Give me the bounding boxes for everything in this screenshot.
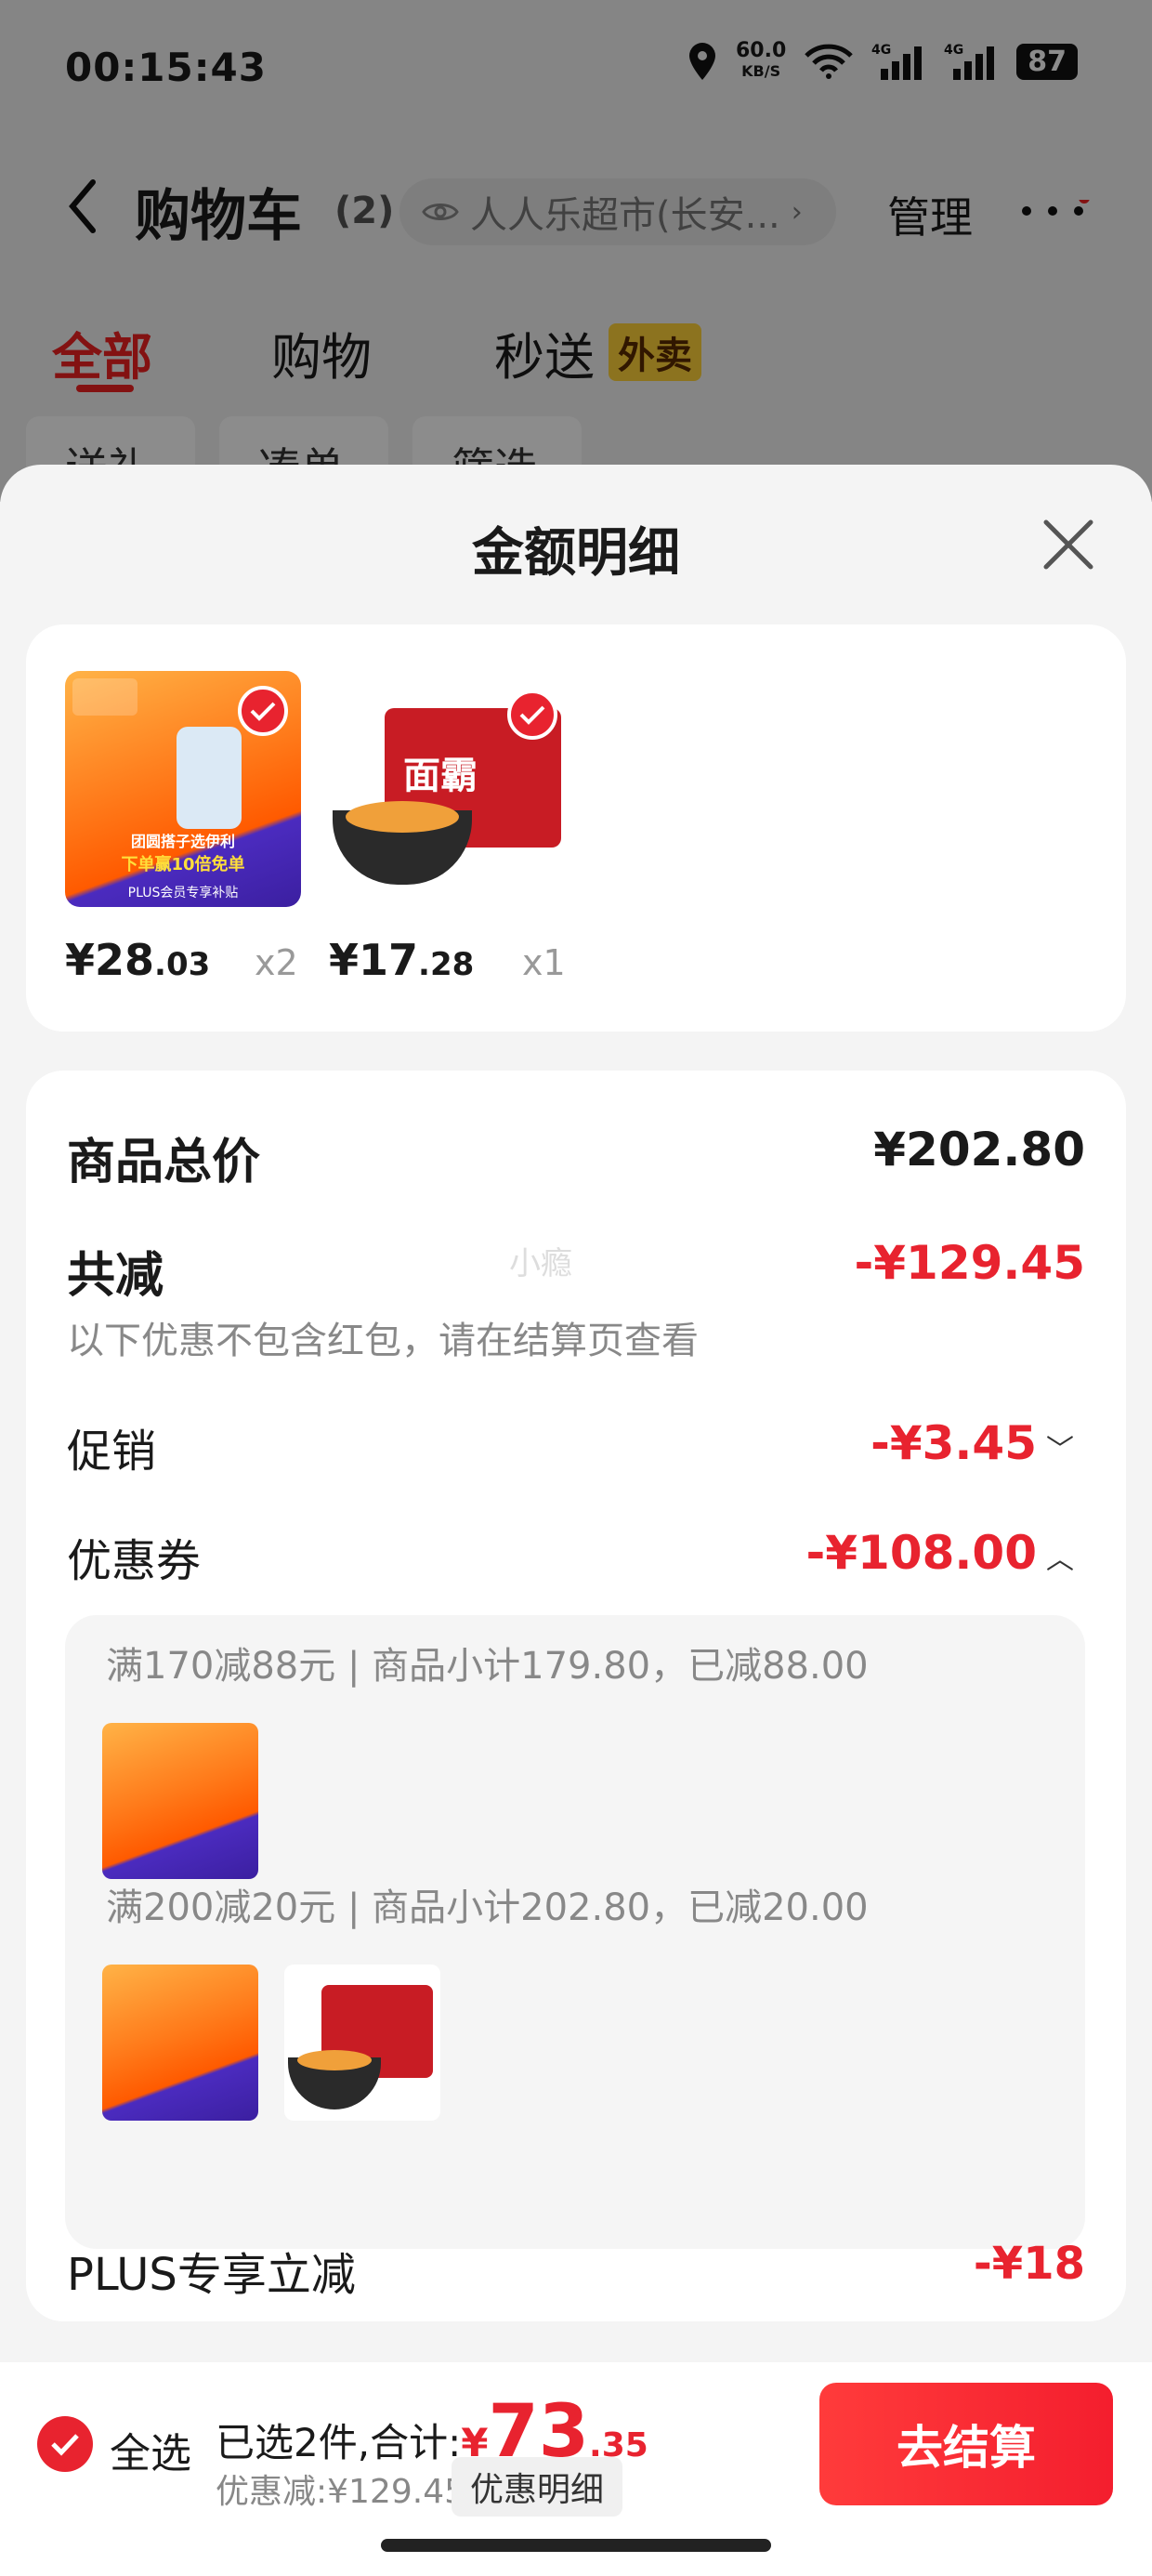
checkout-bar: 全选 已选2件,合计:¥73.35 优惠减:¥129.45 优惠明细 去结算 bbox=[0, 2362, 1152, 2520]
checkmark-icon[interactable] bbox=[238, 686, 288, 736]
amount-detail-sheet: 金额明细 团圆搭子选伊利 下单赢10倍免单 PLUS会员专享补贴 面霸 ¥28.… bbox=[0, 465, 1152, 2576]
select-all-checkbox[interactable] bbox=[37, 2416, 93, 2472]
product-price: ¥28.03 bbox=[65, 935, 211, 985]
checkout-button[interactable]: 去结算 bbox=[819, 2383, 1113, 2505]
coupon-rule: 满170减88元 | 商品小计179.80，已减88.00 bbox=[106, 1645, 869, 1688]
coupon-row[interactable]: -¥108.00 ︿ bbox=[806, 1526, 1075, 1580]
product-banner: 团圆搭子选伊利 bbox=[130, 833, 235, 850]
product-image-water[interactable]: 团圆搭子选伊利 下单赢10倍免单 PLUS会员专享补贴 bbox=[65, 671, 301, 907]
coupon-label: 优惠券 bbox=[67, 1535, 202, 1587]
product-footer: PLUS会员专享补贴 bbox=[127, 886, 239, 900]
chevron-up-icon: ︿ bbox=[1046, 1544, 1074, 1576]
product-thumb bbox=[284, 1965, 440, 2121]
promo-label: 促销 bbox=[67, 1426, 157, 1478]
product-price: ¥17.28 bbox=[329, 935, 475, 985]
dim-overlay[interactable] bbox=[0, 0, 1152, 502]
plus-discount-value: -¥18 bbox=[973, 2238, 1085, 2290]
discount-detail-button[interactable]: 优惠明细 bbox=[452, 2457, 623, 2517]
checkmark-icon[interactable] bbox=[507, 690, 557, 740]
reduce-label: 共减 bbox=[67, 1248, 164, 1304]
chevron-down-icon: ﹀ bbox=[1046, 1434, 1074, 1466]
sheet-title: 金额明细 bbox=[472, 523, 680, 584]
promo-row[interactable]: -¥3.45 ﹀ bbox=[871, 1416, 1074, 1470]
product-thumb bbox=[102, 1965, 258, 2121]
plus-discount-label: PLUS专享立减 bbox=[67, 2249, 356, 2301]
watermark: 小瘾 bbox=[509, 1245, 572, 1282]
coupon-detail-box: 满170减88元 | 商品小计179.80，已减88.00 满200减20元 |… bbox=[65, 1615, 1085, 2249]
selected-products-card: 团圆搭子选伊利 下单赢10倍免单 PLUS会员专享补贴 面霸 ¥28.03 x2… bbox=[26, 624, 1126, 1032]
select-all-label[interactable]: 全选 bbox=[110, 2420, 191, 2479]
discount-summary: 优惠减:¥129.45 bbox=[216, 2473, 465, 2511]
goods-total-label: 商品总价 bbox=[67, 1135, 261, 1190]
reduce-value: -¥129.45 bbox=[854, 1236, 1086, 1290]
price-detail-card: 商品总价 ¥202.80 小瘾 共减 -¥129.45 以下优惠不包含红包，请在… bbox=[26, 1071, 1126, 2321]
coupon-rule: 满200减20元 | 商品小计202.80，已减20.00 bbox=[106, 1886, 869, 1929]
product-image-noodles[interactable]: 面霸 bbox=[329, 671, 565, 907]
reduce-note: 以下优惠不包含红包，请在结算页查看 bbox=[67, 1320, 699, 1362]
home-indicator[interactable] bbox=[381, 2539, 771, 2552]
product-brand: 面霸 bbox=[403, 755, 478, 797]
product-qty: x2 bbox=[255, 942, 298, 983]
cart-page-background: 00:15:43 60.0 KB/S 4G 4G 87 购物车 (2) 人人乐超市… bbox=[0, 0, 1152, 502]
product-qty: x1 bbox=[522, 942, 566, 983]
close-icon[interactable] bbox=[1041, 517, 1096, 572]
goods-total-value: ¥202.80 bbox=[873, 1123, 1085, 1176]
product-banner-2: 下单赢10倍免单 bbox=[121, 855, 245, 874]
product-thumb bbox=[102, 1723, 258, 1879]
